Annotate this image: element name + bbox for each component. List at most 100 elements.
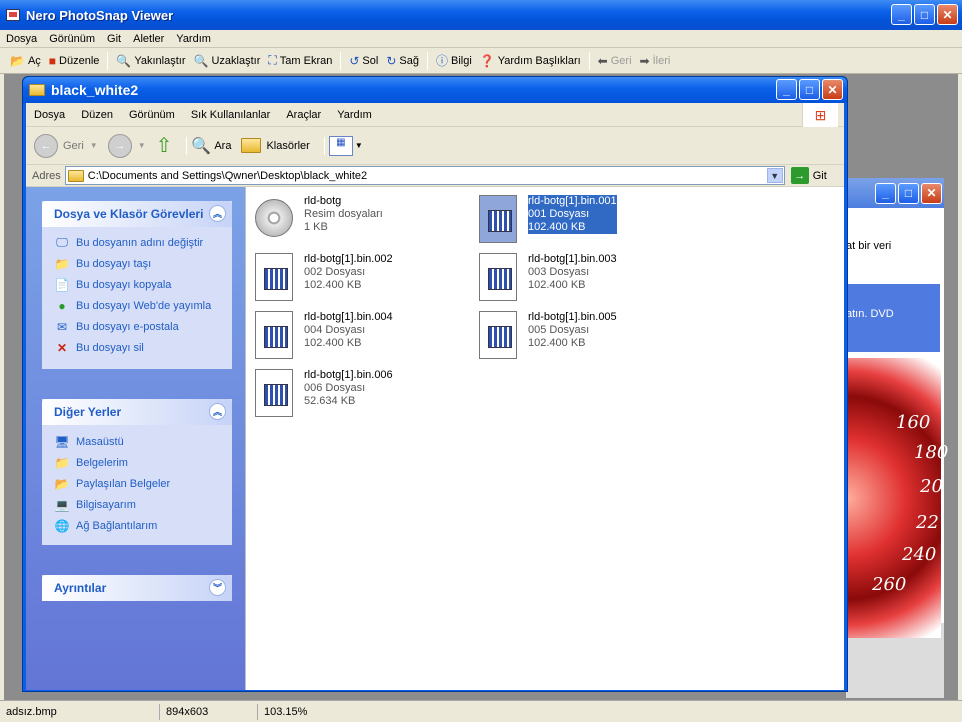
collapse-chevron-icon[interactable]: ︽ — [209, 205, 226, 222]
task-publish-label: Bu dosyayı Web'de yayımla — [76, 299, 212, 312]
menu-gorunum[interactable]: Görünüm — [43, 33, 101, 45]
file-item-selected[interactable]: rld-botg[1].bin.001 001 Dosyası 102.400 … — [479, 195, 699, 249]
address-input[interactable]: C:\Documents and Settings\Qwner\Desktop\… — [64, 166, 785, 185]
file-item[interactable]: rld-botg[1].bin.004 004 Dosyası 102.400 … — [255, 311, 475, 365]
place-my-computer[interactable]: 💻 Bilgisayarım — [42, 494, 232, 515]
up-folder-button[interactable]: ⇧ — [156, 133, 173, 158]
file-item[interactable]: rld-botg[1].bin.003 003 Dosyası 102.400 … — [479, 253, 699, 307]
explorer-maximize-button[interactable]: □ — [799, 79, 820, 100]
explorer-minimize-button[interactable]: _ — [776, 79, 797, 100]
place-network[interactable]: 🌐 Ağ Bağlantılarım — [42, 515, 232, 536]
back-arrow-icon: ⬅ — [597, 53, 608, 68]
views-button[interactable]: ▦ ▼ — [328, 135, 363, 156]
viewer-toolbar: 📂 Aç ■ Düzenle 🔍 Yakınlaştır 🔍 Uzaklaştır ⛶ T… — [0, 48, 962, 74]
minimize-button[interactable]: _ — [891, 4, 912, 25]
forward-arrow-icon: → — [107, 133, 132, 158]
photosnap-titlebar[interactable]: Nero PhotoSnap Viewer _ □ ✕ — [0, 0, 962, 30]
file-item[interactable]: rld-botg[1].bin.006 006 Dosyası 52.634 K… — [255, 369, 475, 423]
rotate-right-button[interactable]: ↻ Sağ — [382, 50, 423, 72]
forward-dropdown-icon[interactable]: ▼ — [138, 141, 146, 150]
file-item[interactable]: rld-botg[1].bin.005 005 Dosyası 102.400 … — [479, 311, 699, 365]
file-list[interactable]: rld-botg Resim dosyaları 1 KB rld-botg[1… — [245, 187, 844, 690]
place-shared-documents[interactable]: 📂 Paylaşılan Belgeler — [42, 473, 232, 494]
task-rename-label: Bu dosyanın adını değiştir — [76, 236, 204, 249]
ex-menu-yardim[interactable]: Yardım — [329, 109, 380, 121]
task-rename[interactable]: 🖵 Bu dosyanın adını değiştir — [42, 232, 232, 253]
forward-button[interactable]: ➡ İleri — [636, 50, 675, 72]
zoom-in-button[interactable]: 🔍 Yakınlaştır — [112, 50, 189, 72]
place-network-label: Ağ Bağlantılarım — [76, 519, 158, 532]
ex-back-label: Geri — [63, 139, 84, 152]
rotate-left-button[interactable]: ↺ Sol — [345, 50, 382, 72]
other-places-header[interactable]: Diğer Yerler ︽ — [42, 399, 232, 425]
file-size: 1 KB — [304, 221, 328, 233]
task-email[interactable]: ✉ Bu dosyayı e-postala — [42, 316, 232, 337]
menu-yardim[interactable]: Yardım — [170, 33, 217, 45]
file-item[interactable]: rld-botg[1].bin.002 002 Dosyası 102.400 … — [255, 253, 475, 307]
file-tasks-header[interactable]: Dosya ve Klasör Görevleri ︽ — [42, 201, 232, 227]
expand-chevron-icon[interactable]: ︾ — [209, 579, 226, 596]
explorer-titlebar[interactable]: black_white2 _ □ ✕ — [23, 77, 847, 103]
ex-menu-duzen[interactable]: Düzen — [73, 109, 121, 121]
details-header[interactable]: Ayrıntılar ︾ — [42, 575, 232, 601]
task-copy[interactable]: 📄 Bu dosyayı kopyala — [42, 274, 232, 295]
file-icon — [479, 311, 517, 359]
folders-button[interactable]: Klasörler — [241, 138, 310, 153]
file-type: 003 Dosyası — [528, 266, 590, 278]
explorer-title: black_white2 — [51, 82, 139, 98]
bg-minimize-button[interactable]: _ — [875, 182, 896, 204]
ex-back-button[interactable]: ← Geri ▼ — [34, 133, 98, 158]
back-button[interactable]: ⬅ Geri — [594, 50, 636, 72]
toolbar-separator — [340, 51, 342, 70]
fullscreen-button[interactable]: ⛶ Tam Ekran — [264, 50, 336, 72]
ex-menu-favorites[interactable]: Sık Kullanılanlar — [183, 109, 279, 121]
place-my-documents[interactable]: 📁 Belgelerim — [42, 452, 232, 473]
address-dropdown-icon[interactable]: ▼ — [766, 168, 783, 183]
file-item[interactable]: rld-botg Resim dosyaları 1 KB — [255, 195, 475, 249]
ex-menu-araclar[interactable]: Araçlar — [278, 109, 329, 121]
place-desktop[interactable]: 🖥 Masaüstü — [42, 431, 232, 452]
background-window-titlebar[interactable]: _ □ ✕ — [846, 178, 944, 208]
file-icon — [479, 195, 517, 243]
go-button[interactable]: → Git — [790, 167, 827, 184]
task-delete[interactable]: ✕ Bu dosyayı sil — [42, 337, 232, 358]
menu-aletler[interactable]: Aletler — [127, 33, 170, 45]
ex-menu-gorunum[interactable]: Görünüm — [121, 109, 183, 121]
file-type: 001 Dosyası — [528, 208, 617, 221]
status-filename: adsız.bmp — [0, 703, 160, 720]
folder-icon — [29, 84, 45, 96]
bg-close-button[interactable]: ✕ — [921, 182, 942, 204]
bg-maximize-button[interactable]: □ — [898, 182, 919, 204]
go-label: Git — [812, 169, 827, 182]
info-icon: ⓘ — [435, 54, 448, 68]
open-button[interactable]: 📂 Aç — [6, 50, 45, 72]
address-label: Adres — [32, 169, 61, 182]
task-move[interactable]: 📁 Bu dosyayı taşı — [42, 253, 232, 274]
explorer-client: Dosya Düzen Görünüm Sık Kullanılanlar Ar… — [26, 103, 844, 690]
edit-icon: ■ — [48, 53, 57, 68]
collapse-chevron-icon[interactable]: ︽ — [209, 403, 226, 420]
ex-menu-dosya[interactable]: Dosya — [26, 109, 73, 121]
menu-git[interactable]: Git — [101, 33, 127, 45]
file-icon — [255, 253, 293, 301]
close-button[interactable]: ✕ — [937, 4, 958, 25]
explorer-close-button[interactable]: ✕ — [822, 79, 843, 100]
help-topics-button[interactable]: ❓ Yardım Başlıkları — [476, 50, 585, 72]
maximize-button[interactable]: □ — [914, 4, 935, 25]
task-publish-web[interactable]: ● Bu dosyayı Web'de yayımla — [42, 295, 232, 316]
ex-forward-button[interactable]: → ▼ — [107, 133, 146, 158]
address-folder-icon — [67, 169, 84, 182]
desktop-icon: 🖥 — [54, 434, 70, 449]
speed-label-20: 20 — [920, 476, 943, 497]
edit-button[interactable]: ■ Düzenle — [45, 50, 104, 72]
email-icon: ✉ — [56, 319, 68, 334]
menu-dosya[interactable]: Dosya — [0, 33, 43, 45]
help-topics-label: Yardım Başlıkları — [497, 54, 581, 67]
zoom-out-button[interactable]: 🔍 Uzaklaştır — [190, 50, 265, 72]
background-window[interactable]: _ □ ✕ at bir veri atın. DVD 160 180 20 2… — [846, 178, 948, 698]
bg-text-2: atın. DVD — [846, 284, 940, 352]
back-dropdown-icon[interactable]: ▼ — [90, 141, 98, 150]
info-button[interactable]: ⓘ Bilgi — [432, 50, 476, 72]
task-delete-label: Bu dosyayı sil — [76, 341, 144, 354]
search-button[interactable]: 🔍 Ara — [191, 136, 231, 156]
